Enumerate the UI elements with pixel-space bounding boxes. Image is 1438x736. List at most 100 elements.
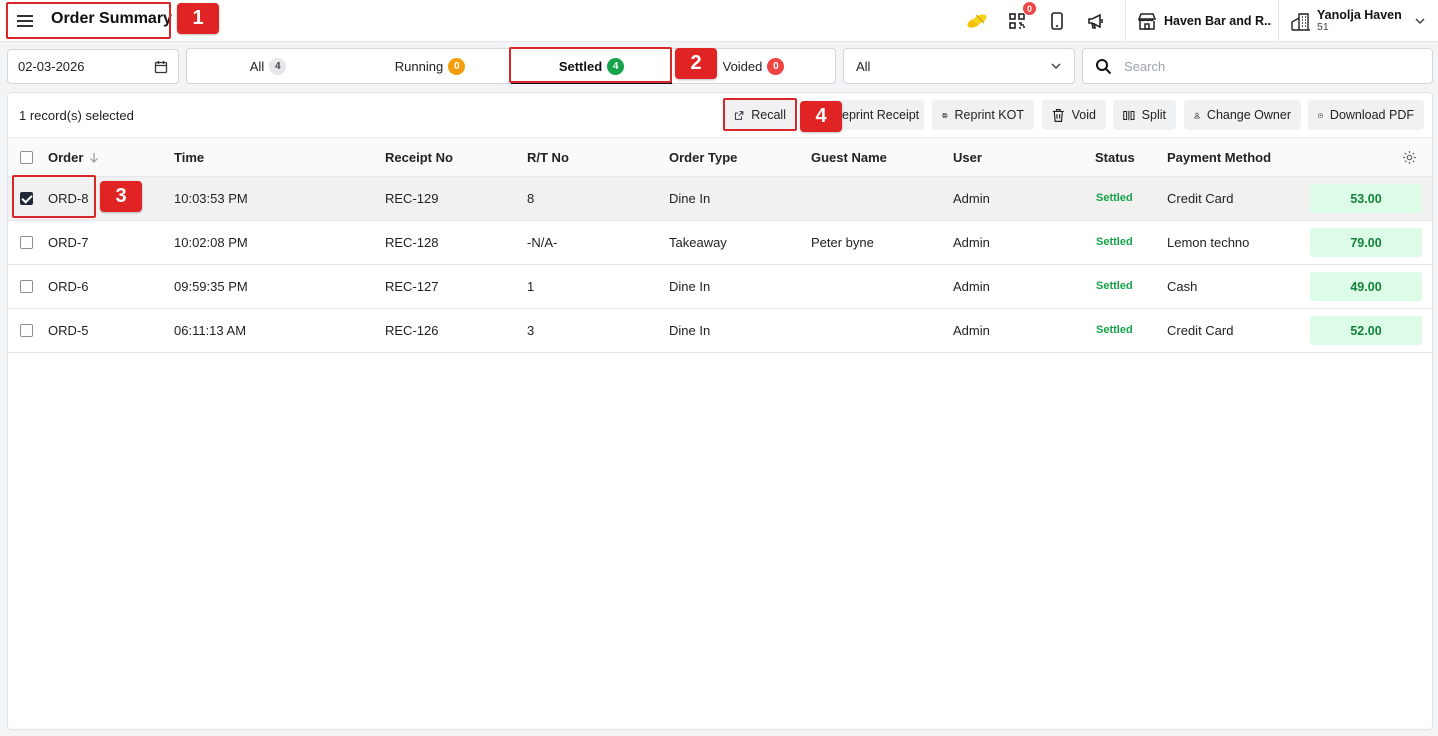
void-button[interactable]: Void bbox=[1042, 100, 1106, 130]
external-link-icon bbox=[734, 110, 744, 120]
column-header-receipt[interactable]: Receipt No bbox=[385, 150, 453, 165]
outlet-name: Haven Bar and R... bbox=[1164, 14, 1272, 28]
cell-user: Admin bbox=[953, 235, 990, 250]
split-button[interactable]: Split bbox=[1113, 100, 1176, 130]
cell-rt: 3 bbox=[527, 323, 535, 338]
download-icon bbox=[1318, 112, 1323, 118]
split-icon bbox=[1123, 110, 1135, 120]
callout-1: 1 bbox=[177, 3, 219, 34]
cell-time: 06:11:13 AM bbox=[174, 323, 247, 338]
reprint-kot-button[interactable]: Reprint KOT bbox=[932, 100, 1034, 130]
search-input[interactable] bbox=[1124, 58, 1420, 74]
outlet-selector[interactable]: Haven Bar and R... bbox=[1125, 0, 1278, 42]
settings-gear-icon[interactable] bbox=[1402, 150, 1417, 165]
cell-user: Admin bbox=[953, 323, 990, 338]
table-row[interactable]: ORD-8 10:03:53 PM REC-129 8 Dine In Admin Cred… bbox=[8, 177, 1432, 221]
column-header-status[interactable]: Status bbox=[1095, 150, 1135, 165]
store-icon bbox=[1138, 12, 1156, 30]
filter-select[interactable]: All bbox=[843, 48, 1075, 84]
column-header-user[interactable]: User bbox=[953, 150, 982, 165]
cell-order: ORD-6 bbox=[48, 279, 89, 294]
user-icon bbox=[1194, 112, 1200, 118]
cell-rt: 1 bbox=[527, 279, 535, 294]
table-row[interactable]: ORD-7 10:02:08 PM REC-128 -N/A- Takeaway Pete… bbox=[8, 221, 1432, 265]
selection-count: 1 record(s) selected bbox=[19, 108, 134, 123]
orders-panel: 1 record(s) selected Recall Reprint Rece… bbox=[7, 92, 1433, 730]
row-checkbox[interactable] bbox=[20, 192, 33, 205]
change-owner-button[interactable]: Change Owner bbox=[1184, 100, 1301, 130]
cell-order: ORD-5 bbox=[48, 323, 89, 338]
trash-icon bbox=[1052, 108, 1064, 122]
button-label: Download PDF bbox=[1329, 108, 1414, 122]
cell-payment: Lemon techno bbox=[1167, 235, 1250, 250]
page-title: Order Summary bbox=[51, 10, 172, 27]
company-selector[interactable]: Yanolja Haven 51 bbox=[1278, 0, 1438, 42]
column-label: Order bbox=[48, 150, 84, 165]
cell-type: Dine In bbox=[669, 279, 711, 294]
select-value: All bbox=[856, 58, 871, 74]
column-header-order-type[interactable]: Order Type bbox=[669, 150, 737, 165]
column-header-guest[interactable]: Guest Name bbox=[811, 150, 887, 165]
chevron-down-icon bbox=[1051, 63, 1061, 70]
callout-2: 2 bbox=[675, 48, 717, 79]
recall-button[interactable]: Recall bbox=[724, 100, 796, 130]
cell-user: Admin bbox=[953, 191, 990, 206]
reprint-receipt-button[interactable]: Reprint Receipt bbox=[830, 100, 924, 130]
tab-label: All bbox=[249, 58, 265, 74]
select-all-checkbox[interactable] bbox=[20, 151, 33, 164]
company-name: Yanolja Haven bbox=[1317, 7, 1402, 22]
cell-time: 10:02:08 PM bbox=[174, 235, 248, 250]
tab-running[interactable]: Running 0 bbox=[349, 49, 511, 83]
tab-settled[interactable]: Settled 4 bbox=[511, 49, 672, 84]
table-row[interactable]: ORD-5 06:11:13 AM REC-126 3 Dine In Admin Cred… bbox=[8, 309, 1432, 353]
printer-icon bbox=[942, 112, 948, 118]
sort-arrow-down-icon bbox=[90, 153, 99, 163]
qr-code-icon[interactable]: 0 bbox=[1006, 1, 1037, 32]
building-icon bbox=[1291, 13, 1310, 31]
status-badge: Settled bbox=[1096, 192, 1133, 204]
date-value: 02-03-2026 bbox=[18, 59, 85, 74]
tab-label: Voided bbox=[722, 58, 763, 74]
calendar-icon bbox=[154, 60, 168, 73]
cell-user: Admin bbox=[953, 279, 990, 294]
cell-receipt: REC-129 bbox=[385, 191, 439, 206]
mobile-icon[interactable] bbox=[1046, 10, 1068, 32]
date-picker[interactable]: 02-03-2026 bbox=[7, 49, 179, 84]
column-header-rt[interactable]: R/T No bbox=[527, 150, 569, 165]
cell-payment: Credit Card bbox=[1167, 191, 1234, 206]
count-badge: 4 bbox=[607, 57, 625, 75]
callout-3: 3 bbox=[100, 181, 142, 212]
column-header-order[interactable]: Order bbox=[48, 150, 99, 165]
search-icon bbox=[1096, 58, 1112, 74]
tab-all[interactable]: All 4 bbox=[187, 49, 349, 83]
notification-badge: 0 bbox=[1022, 1, 1037, 16]
cell-receipt: REC-126 bbox=[385, 323, 439, 338]
cell-time: 10:03:53 PM bbox=[174, 191, 248, 206]
row-checkbox[interactable] bbox=[20, 236, 33, 249]
count-badge: 0 bbox=[448, 57, 466, 75]
cell-guest: Peter byne bbox=[811, 235, 874, 250]
hamburger-menu-icon[interactable] bbox=[14, 11, 36, 31]
button-label: Change Owner bbox=[1206, 108, 1291, 122]
count-badge: 4 bbox=[269, 57, 287, 75]
amount-pill: 79.00 bbox=[1310, 228, 1422, 257]
amount-pill: 52.00 bbox=[1310, 316, 1422, 345]
cell-receipt: REC-128 bbox=[385, 235, 439, 250]
row-checkbox[interactable] bbox=[20, 280, 33, 293]
megaphone-icon[interactable] bbox=[1085, 10, 1107, 32]
cell-type: Dine In bbox=[669, 191, 711, 206]
cell-type: Dine In bbox=[669, 323, 711, 338]
cell-payment: Cash bbox=[1167, 279, 1198, 294]
coins-icon[interactable] bbox=[966, 10, 988, 32]
amount-pill: 53.00 bbox=[1310, 184, 1422, 213]
button-label: Reprint KOT bbox=[954, 108, 1024, 122]
download-pdf-button[interactable]: Download PDF bbox=[1308, 100, 1424, 130]
column-header-time[interactable]: Time bbox=[174, 150, 204, 165]
count-badge: 0 bbox=[767, 57, 785, 75]
cell-payment: Credit Card bbox=[1167, 323, 1234, 338]
table-row[interactable]: ORD-6 09:59:35 PM REC-127 1 Dine In Admin Cash… bbox=[8, 265, 1432, 309]
column-header-payment[interactable]: Payment Method bbox=[1167, 150, 1271, 165]
cell-receipt: REC-127 bbox=[385, 279, 439, 294]
row-checkbox[interactable] bbox=[20, 324, 33, 337]
status-badge: Settled bbox=[1096, 280, 1133, 292]
